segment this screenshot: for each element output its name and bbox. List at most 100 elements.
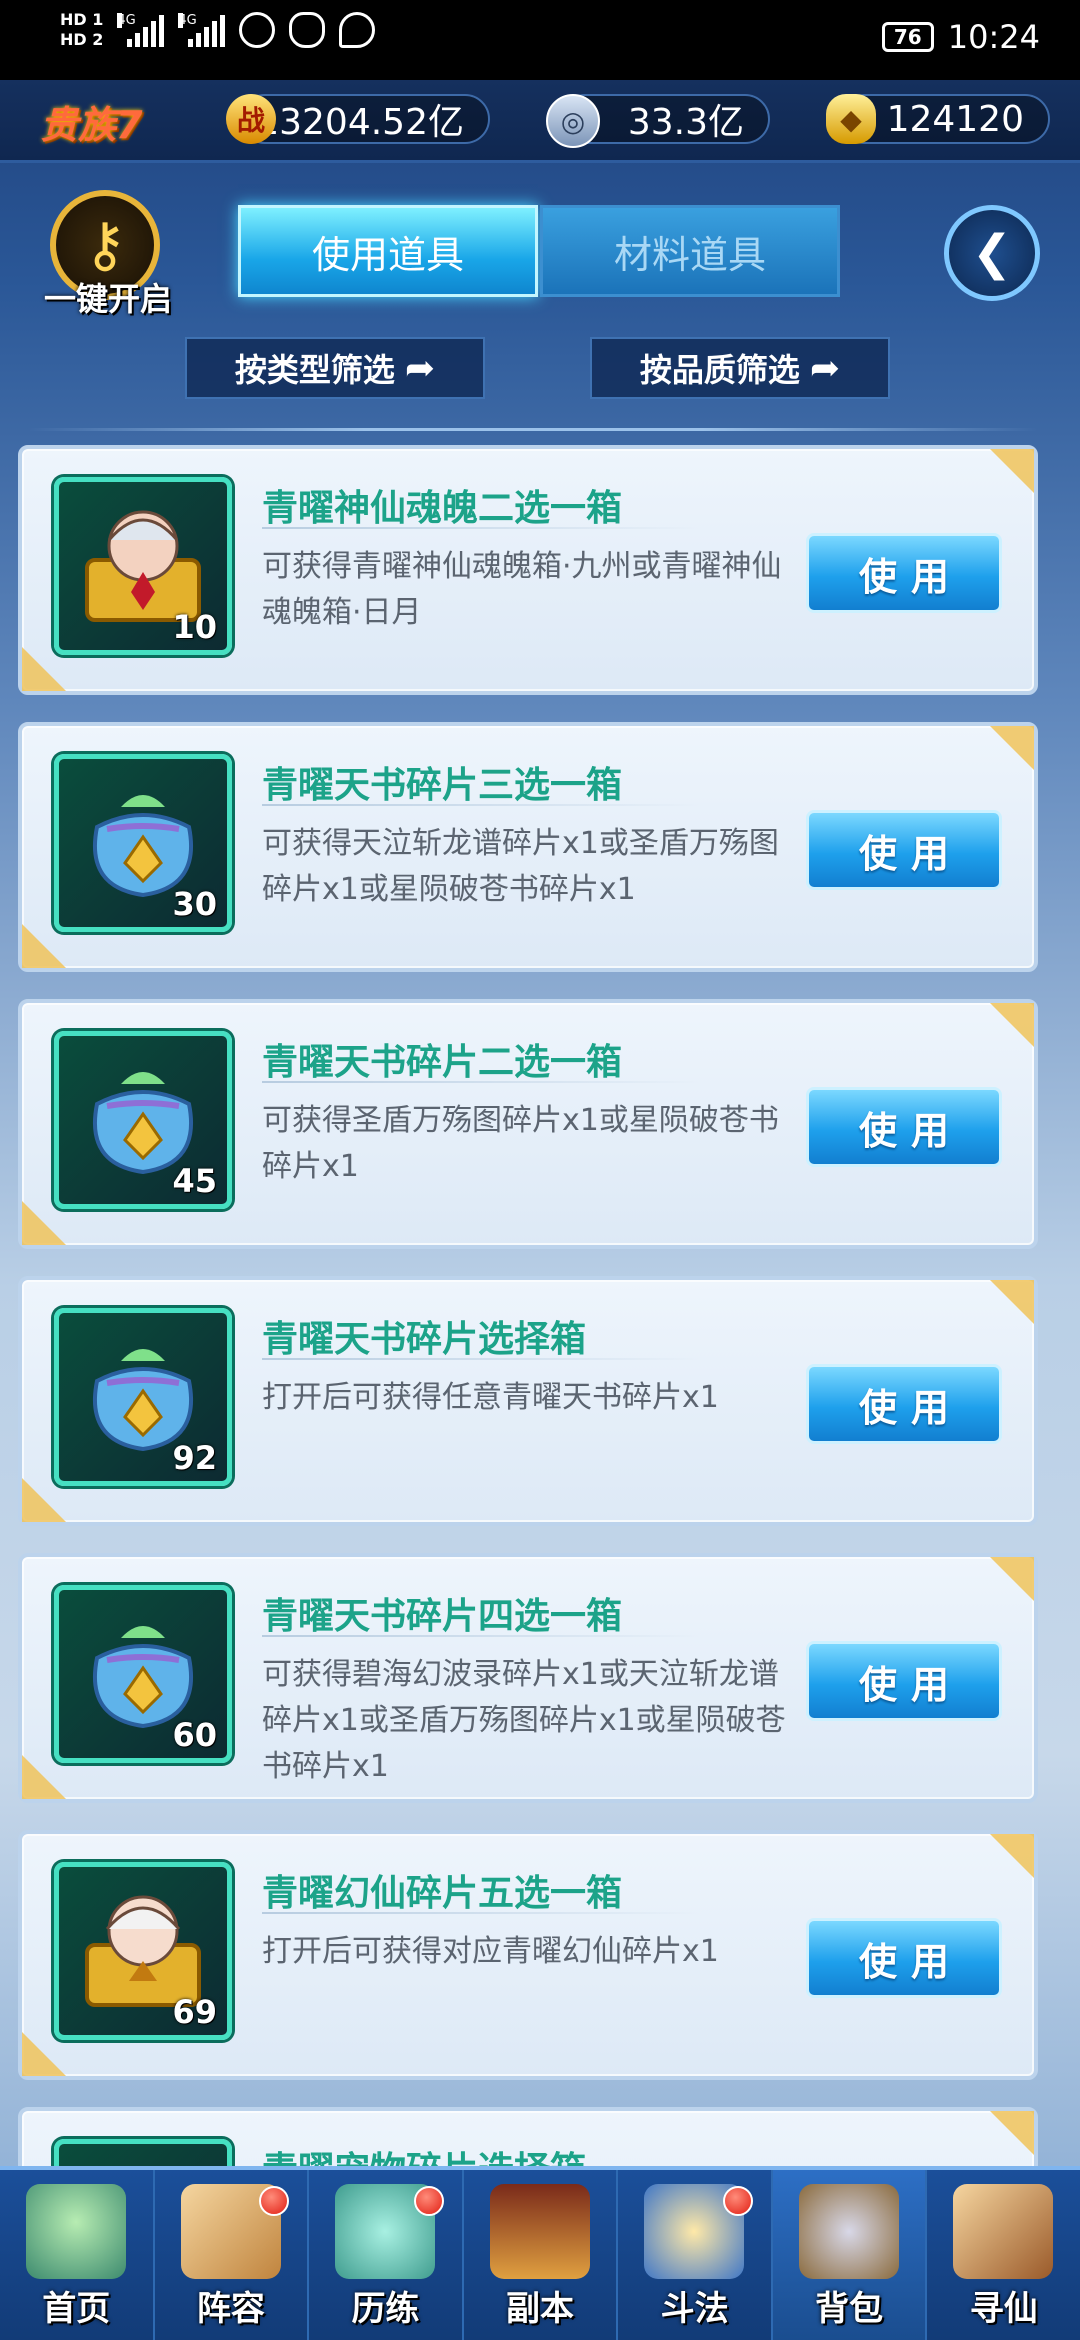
notification-dot (722, 2186, 753, 2216)
filter-by-quality-label: 按品质筛选 (639, 351, 800, 389)
use-button[interactable]: 使用 (806, 1364, 1002, 1444)
item-name: 青曜天书碎片三选一箱 (262, 765, 623, 806)
one-key-open-button[interactable]: ⚷ 一键开启 (38, 190, 178, 320)
arrow-icon: ➦ (809, 347, 841, 389)
item-name: 青曜幻仙碎片五选一箱 (262, 1873, 623, 1914)
use-button[interactable]: 使用 (806, 1918, 1002, 1998)
item-description: 打开后可获得任意青曜天书碎片x1 (262, 1380, 719, 1415)
use-button[interactable]: 使用 (806, 533, 1002, 613)
list-item: 60 青曜天书碎片四选一箱 可获得碧海幻波录碎片x1或天泣斩龙谱碎片x1或圣盾万… (18, 1553, 1038, 1803)
filter-by-quality-button[interactable]: 按品质筛选 ➦ (590, 337, 890, 399)
notification-dot (413, 2186, 444, 2216)
divider (262, 1912, 702, 1914)
item-name: 青曜神仙魂魄二选一箱 (262, 488, 623, 529)
list-item: 10 青曜神仙魂魄二选一箱 可获得青曜神仙魂魄箱·九州或青曜神仙魂魄箱·日月 使… (18, 445, 1038, 695)
arrow-icon: ➦ (404, 347, 436, 389)
gold-ingot-icon: ◆ (826, 94, 876, 144)
list-item: 45 青曜天书碎片二选一箱 可获得圣盾万殇图碎片x1或星陨破苍书碎片x1 使用 (18, 999, 1038, 1249)
item-quantity: 10 (172, 608, 217, 646)
corner-ornament (990, 726, 1034, 770)
mountain-island-icon (26, 2184, 126, 2279)
nav-battle[interactable]: 斗法 (618, 2170, 773, 2340)
coin-icon: ◎ (546, 94, 600, 148)
item-list[interactable]: 10 青曜神仙魂魄二选一箱 可获得青曜神仙魂魄箱·九州或青曜神仙魂魄箱·日月 使… (18, 445, 1042, 2170)
hotspot-icon (239, 12, 276, 48)
nav-backpack[interactable]: 背包 (772, 2170, 928, 2340)
item-quantity: 69 (172, 1993, 217, 2031)
notification-dot (259, 2186, 290, 2216)
filter-by-type-button[interactable]: 按类型筛选 ➦ (185, 337, 485, 399)
sim-indicator: HD 1 HD 2 (60, 10, 103, 50)
tab-use-items[interactable]: 使用道具 (238, 205, 538, 297)
battery-icon: 76 (881, 22, 934, 52)
list-item: 92 青曜天书碎片选择箱 打开后可获得任意青曜天书碎片x1 使用 (18, 1276, 1038, 1526)
combat-power: 战 13204.52亿 (226, 94, 490, 144)
noble-level[interactable]: 贵族7 (40, 94, 142, 149)
item-name: 青曜天书碎片二选一箱 (262, 1042, 623, 1083)
divider (262, 804, 702, 806)
scroll-icon (953, 2184, 1054, 2279)
back-button[interactable]: ❮ (944, 205, 1040, 301)
corner-ornament (990, 1003, 1034, 1047)
list-item: 青曜宠物碎片选择箱 (18, 2107, 1038, 2170)
nav-label: 首页 (42, 2289, 111, 2329)
list-item: 30 青曜天书碎片三选一箱 可获得天泣斩龙谱碎片x1或圣盾万殇图碎片x1或星陨破… (18, 722, 1038, 972)
backpack-icon (798, 2184, 899, 2279)
nav-label: 历练 (351, 2289, 420, 2329)
item-quantity: 45 (172, 1162, 217, 1200)
power-icon: 战 (226, 94, 276, 144)
temple-gate-icon (489, 2184, 590, 2279)
signal-1-icon: 4G (117, 13, 165, 47)
item-thumbnail[interactable]: 10 (54, 477, 232, 655)
nav-lineup[interactable]: 阵容 (155, 2170, 310, 2340)
nav-home[interactable]: 首页 (0, 2170, 155, 2340)
combat-power-value: 13204.52亿 (256, 102, 464, 143)
use-button[interactable]: 使用 (806, 810, 1002, 890)
message-icon (339, 12, 376, 48)
nav-label: 斗法 (660, 2289, 729, 2329)
item-description: 可获得天泣斩龙谱碎片x1或圣盾万殇图碎片x1或星陨破苍书碎片x1 (262, 826, 779, 907)
use-button[interactable]: 使用 (806, 1641, 1002, 1721)
nav-seek-immortal[interactable]: 寻仙 (927, 2170, 1080, 2340)
bottom-nav: 首页 阵容 历练 副本 斗法 背包 寻仙 (0, 2166, 1080, 2340)
item-thumbnail[interactable]: 30 (54, 754, 232, 932)
filter-by-type-label: 按类型筛选 (234, 351, 395, 389)
corner-ornament (990, 449, 1034, 493)
item-thumbnail[interactable]: 69 (54, 1862, 232, 2040)
signal-2-icon: 4G (178, 13, 226, 47)
item-quantity: 92 (172, 1439, 217, 1477)
nav-label: 副本 (506, 2289, 575, 2329)
item-thumbnail[interactable]: 45 (54, 1031, 232, 1209)
item-description: 可获得青曜神仙魂魄箱·九州或青曜神仙魂魄箱·日月 (262, 549, 782, 630)
nav-dungeon[interactable]: 副本 (464, 2170, 619, 2340)
back-arrow-icon: ❮ (971, 225, 1013, 281)
nav-label: 阵容 (196, 2289, 265, 2329)
divider (262, 1358, 702, 1360)
qq-icon (289, 12, 326, 48)
divider (262, 1081, 702, 1083)
item-thumbnail[interactable]: 92 (54, 1308, 232, 1486)
item-quantity: 30 (172, 885, 217, 923)
item-quantity: 60 (172, 1716, 217, 1754)
use-button[interactable]: 使用 (806, 1087, 1002, 1167)
corner-ornament (990, 2111, 1034, 2155)
nav-training[interactable]: 历练 (309, 2170, 464, 2340)
item-description: 可获得圣盾万殇图碎片x1或星陨破苍书碎片x1 (262, 1103, 779, 1184)
item-thumbnail[interactable]: 60 (54, 1585, 232, 1763)
one-key-open-label: 一键开启 (43, 280, 172, 318)
status-right: 76 10:24 (881, 18, 1040, 56)
tab-material-items[interactable]: 材料道具 (540, 205, 840, 297)
divider (262, 1635, 702, 1637)
nav-label: 背包 (815, 2289, 884, 2329)
corner-ornament (990, 1557, 1034, 1601)
clock: 10:24 (947, 18, 1040, 56)
status-bar: HD 1 HD 2 4G 4G 76 10:24 (0, 0, 1080, 80)
item-name: 青曜天书碎片四选一箱 (262, 1596, 623, 1637)
coin-balance[interactable]: ◎ 33.3亿 (546, 94, 770, 148)
gold-balance[interactable]: ◆ 124120 (826, 94, 1050, 144)
corner-ornament (990, 1834, 1034, 1878)
divider (28, 428, 1038, 431)
item-description: 打开后可获得对应青曜幻仙碎片x1 (262, 1934, 719, 1969)
hd1-label: HD 1 (60, 10, 104, 29)
list-item: 69 青曜幻仙碎片五选一箱 打开后可获得对应青曜幻仙碎片x1 使用 (18, 1830, 1038, 2080)
